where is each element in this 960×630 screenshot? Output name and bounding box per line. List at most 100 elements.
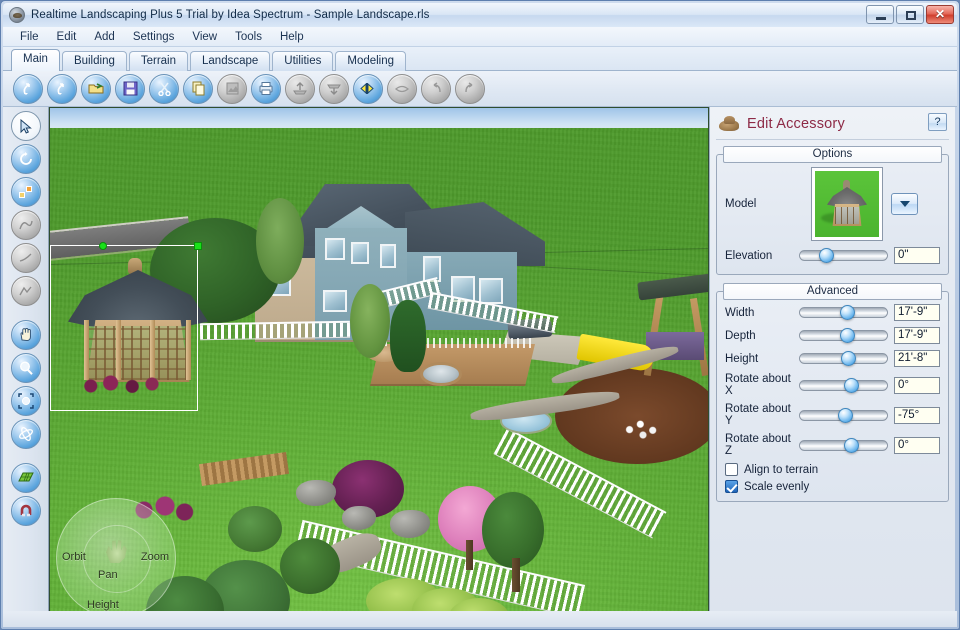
rotate-x-slider[interactable]	[799, 377, 888, 393]
tab-modeling[interactable]: Modeling	[335, 51, 407, 71]
left-tool-column	[3, 107, 49, 621]
slider-knob[interactable]	[838, 407, 854, 423]
slider-knob[interactable]	[839, 328, 855, 343]
new-icon[interactable]	[13, 73, 43, 104]
rotate-y-value[interactable]: -75°	[894, 406, 940, 424]
align-to-terrain-label: Align to terrain	[744, 463, 819, 476]
menu-item-tools[interactable]: Tools	[226, 29, 271, 45]
rotate-z-value[interactable]: 0°	[894, 436, 940, 454]
rotate-z-slider[interactable]	[799, 437, 888, 453]
height-slider[interactable]	[799, 351, 888, 366]
minimize-button[interactable]	[866, 5, 894, 24]
tab-main[interactable]: Main	[11, 49, 60, 71]
body-area: Orbit Zoom Pan Height Edit Accessory ? O…	[3, 107, 957, 621]
nav-pan-label[interactable]: Pan	[98, 569, 118, 581]
tree-trunk	[512, 558, 520, 592]
depth-value[interactable]: 17'-9"	[894, 327, 940, 344]
scale-evenly-row[interactable]: Scale evenly	[725, 480, 940, 493]
open-folder-icon[interactable]	[81, 73, 111, 104]
elevation-label: Elevation	[725, 249, 773, 262]
maximize-icon	[906, 11, 916, 20]
gazebo-model[interactable]	[64, 254, 210, 394]
rotate-z-row: Rotate about Z 0°	[725, 433, 940, 457]
scale-evenly-checkbox[interactable]	[725, 480, 738, 493]
nav-height-label[interactable]: Height	[87, 599, 119, 611]
rotate-y-slider[interactable]	[799, 407, 888, 423]
3d-viewport[interactable]: Orbit Zoom Pan Height	[49, 107, 709, 621]
align-to-terrain-checkbox[interactable]	[725, 463, 738, 476]
menu-item-edit[interactable]: Edit	[48, 29, 86, 45]
model-dropdown-button[interactable]	[891, 193, 918, 215]
height-row: Height 21'-8"	[725, 350, 940, 367]
tab-terrain[interactable]: Terrain	[128, 51, 189, 71]
magnet-snap-icon[interactable]	[10, 496, 41, 526]
garage-door	[479, 278, 503, 304]
nav-orbit-label[interactable]: Orbit	[62, 551, 86, 563]
sky	[50, 108, 708, 130]
options-group-title: Options	[723, 146, 942, 163]
rotate-x-value[interactable]: 0°	[894, 376, 940, 394]
cut-scissors-icon[interactable]	[149, 73, 179, 104]
slider-knob[interactable]	[840, 351, 856, 366]
maximize-button[interactable]	[896, 5, 924, 24]
zoom-magnifier-icon[interactable]	[10, 353, 41, 383]
status-bar	[3, 611, 957, 627]
slider-knob[interactable]	[839, 305, 855, 320]
slider-knob[interactable]	[818, 248, 834, 263]
width-slider[interactable]	[799, 305, 888, 320]
gazebo-thumbnail-image	[815, 171, 879, 237]
nav-zoom-label[interactable]: Zoom	[141, 551, 169, 563]
gazebo-post	[84, 320, 89, 380]
menu-item-add[interactable]: Add	[85, 29, 123, 45]
hot-tub	[420, 362, 462, 386]
slider-track	[799, 250, 888, 261]
app-globe-icon	[9, 7, 25, 23]
model-label: Model	[725, 198, 757, 210]
menu-item-file[interactable]: File	[11, 29, 48, 45]
rotate-y-label: Rotate about Y	[725, 403, 791, 427]
minimize-icon	[876, 17, 886, 20]
pan-hand-icon[interactable]	[10, 320, 41, 350]
window	[323, 290, 347, 312]
close-button[interactable]: ✕	[926, 5, 954, 24]
save-floppy-icon[interactable]	[115, 73, 145, 104]
slider-knob[interactable]	[843, 437, 859, 453]
navigation-wheel[interactable]: Orbit Zoom Pan Height	[56, 498, 176, 618]
open-icon[interactable]	[47, 73, 77, 104]
tab-utilities[interactable]: Utilities	[272, 51, 334, 71]
window	[351, 242, 369, 264]
ribbon-tab-strip: Main Building Terrain Landscape Utilitie…	[3, 47, 957, 71]
gazebo-lattice	[86, 326, 190, 380]
elevation-slider[interactable]	[799, 248, 888, 263]
rotate-x-label: Rotate about X	[725, 373, 791, 397]
copy-icon[interactable]	[183, 73, 213, 104]
depth-slider[interactable]	[799, 328, 888, 343]
slider-knob[interactable]	[843, 377, 859, 393]
elevation-value[interactable]: 0"	[894, 247, 940, 264]
orbit-icon[interactable]	[10, 419, 41, 449]
group-icon	[285, 73, 315, 104]
tab-building[interactable]: Building	[61, 51, 127, 71]
align-to-terrain-row[interactable]: Align to terrain	[725, 463, 940, 476]
mirror-icon[interactable]	[353, 73, 383, 104]
depth-label: Depth	[725, 329, 756, 342]
print-icon[interactable]	[251, 73, 281, 104]
scale-icon[interactable]	[10, 177, 41, 207]
menu-item-view[interactable]: View	[183, 29, 226, 45]
menu-item-help[interactable]: Help	[271, 29, 313, 45]
height-value[interactable]: 21'-8"	[894, 350, 940, 367]
window-controls: ✕	[866, 5, 954, 24]
help-button[interactable]: ?	[928, 113, 947, 131]
zoom-extents-icon[interactable]	[10, 386, 41, 416]
rotate-icon[interactable]	[10, 144, 41, 174]
panel-title: Edit Accessory	[747, 116, 845, 132]
chevron-down-icon	[899, 201, 910, 207]
select-arrow-icon[interactable]	[10, 111, 41, 141]
width-value[interactable]: 17'-9"	[894, 304, 940, 321]
model-thumbnail[interactable]	[811, 167, 883, 241]
menu-item-settings[interactable]: Settings	[124, 29, 184, 45]
window	[325, 238, 345, 260]
tab-landscape[interactable]: Landscape	[190, 51, 271, 71]
grid-icon[interactable]	[10, 463, 41, 493]
advanced-group-title: Advanced	[723, 283, 942, 300]
